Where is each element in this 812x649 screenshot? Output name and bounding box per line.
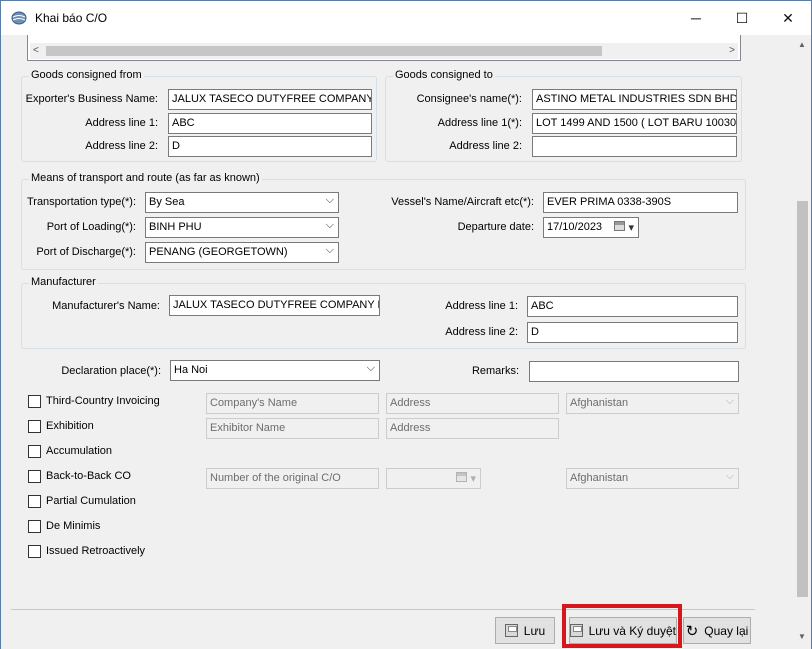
third-country-label: Third-Country Invoicing — [46, 395, 160, 407]
manufacturer-address1-label: Address line 1: — [445, 300, 518, 312]
from-address2-label: Address line 2: — [85, 140, 158, 152]
calendar-icon[interactable]: ▾ — [614, 221, 634, 234]
goods-to-title: Goods consigned to — [393, 69, 495, 81]
save-button-label: Lưu — [523, 623, 546, 638]
goods-from-title: Goods consigned from — [29, 69, 144, 81]
chevron-down-icon: ⌵ — [325, 244, 334, 256]
issued-retroactively-label: Issued Retroactively — [46, 545, 146, 557]
title-bar: Khai báo C/O ─ ☐ ✕ — [1, 1, 811, 35]
grid-panel: < > — [27, 35, 741, 61]
minimize-button[interactable]: ─ — [673, 1, 719, 35]
chevron-down-icon: ⌵ — [325, 219, 334, 231]
exporter-name-input[interactable]: JALUX TASECO DUTYFREE COMPANY — [168, 89, 372, 110]
scroll-up-icon[interactable]: ▲ — [796, 39, 808, 51]
scroll-left-icon[interactable]: < — [33, 45, 39, 56]
vertical-scrollbar[interactable]: ▲ ▼ — [793, 35, 811, 649]
exhibition-label: Exhibition — [46, 420, 94, 432]
remarks-label: Remarks: — [471, 365, 519, 377]
floppy-disk-icon — [504, 624, 518, 637]
from-address1-label: Address line 1: — [85, 117, 158, 129]
accumulation-checkbox[interactable] — [28, 445, 41, 458]
back-to-back-label: Back-to-Back CO — [46, 470, 131, 482]
discharge-port-label: Port of Discharge(*): — [36, 246, 136, 258]
manufacturer-name-input[interactable]: JALUX TASECO DUTYFREE COMPANY L — [169, 295, 380, 316]
original-co-number-input[interactable]: Number of the original C/O — [206, 468, 379, 489]
accumulation-label: Accumulation — [46, 445, 113, 457]
form-client-area: < > Goods consigned from Exporter's Busi… — [1, 35, 811, 649]
third-country-checkbox[interactable] — [28, 395, 41, 408]
transport-type-label: Transportation type(*): — [26, 196, 136, 208]
refresh-icon: ↻ — [685, 622, 699, 640]
discharge-port-value: PENANG (GEORGETOWN) — [149, 246, 288, 258]
departure-date-picker[interactable]: 17/10/2023 ▾ — [543, 217, 639, 238]
co-declaration-window: Khai báo C/O ─ ☐ ✕ < > Goods consigned f… — [0, 0, 812, 649]
consignee-name-input[interactable]: ASTINO METAL INDUSTRIES SDN BHD — [532, 89, 737, 110]
departure-date-label: Departure date: — [457, 221, 534, 233]
manufacturer-address2-input[interactable]: D — [527, 322, 738, 343]
remarks-input[interactable] — [529, 361, 739, 382]
original-co-date-picker[interactable]: ▾ — [386, 468, 481, 489]
horizontal-scroll-thumb[interactable] — [46, 46, 602, 56]
save-button[interactable]: Lưu — [495, 617, 555, 644]
transport-type-value: By Sea — [149, 196, 185, 208]
back-button[interactable]: ↻ Quay lại — [683, 617, 751, 644]
highlight-box — [562, 604, 682, 648]
manufacturer-address1-input[interactable]: ABC — [527, 296, 738, 317]
from-address2-input[interactable]: D — [168, 136, 372, 157]
exhibitor-name-input[interactable]: Exhibitor Name — [206, 418, 379, 439]
to-address1-label: Address line 1(*): — [437, 117, 522, 129]
company-address-input[interactable]: Address — [386, 393, 559, 414]
scroll-right-icon[interactable]: > — [729, 45, 735, 56]
exhibitor-address-input[interactable]: Address — [386, 418, 559, 439]
issued-retroactively-checkbox[interactable] — [28, 545, 41, 558]
manufacturer-name-label: Manufacturer's Name: — [52, 300, 160, 312]
vessel-name-input[interactable]: EVER PRIMA 0338-390S — [543, 192, 738, 213]
vertical-scroll-thumb[interactable] — [797, 201, 808, 597]
calendar-icon[interactable]: ▾ — [456, 472, 476, 485]
loading-port-label: Port of Loading(*): — [46, 221, 136, 233]
chevron-down-icon: ⌵ — [325, 194, 334, 206]
loading-port-select[interactable]: BINH PHU ⌵ — [145, 217, 339, 238]
declaration-place-value: Ha Noi — [174, 364, 208, 376]
chevron-down-icon: ⌵ — [725, 470, 734, 482]
partial-cumulation-label: Partial Cumulation — [46, 495, 136, 507]
discharge-port-select[interactable]: PENANG (GEORGETOWN) ⌵ — [145, 242, 339, 263]
de-minimis-label: De Minimis — [46, 520, 101, 532]
close-button[interactable]: ✕ — [765, 1, 811, 35]
declaration-place-select[interactable]: Ha Noi ⌵ — [170, 360, 380, 381]
original-co-country-select[interactable]: Afghanistan ⌵ — [566, 468, 739, 489]
window-title: Khai báo C/O — [35, 11, 108, 25]
consignee-label: Consignee's name(*): — [416, 93, 522, 105]
maximize-button[interactable]: ☐ — [719, 1, 765, 35]
declaration-place-label: Declaration place(*): — [61, 365, 161, 377]
partial-cumulation-checkbox[interactable] — [28, 495, 41, 508]
company-name-input[interactable]: Company's Name — [206, 393, 379, 414]
horizontal-scrollbar[interactable]: < > — [30, 43, 738, 59]
vessel-label: Vessel's Name/Aircraft etc(*): — [391, 196, 534, 208]
to-address2-label: Address line 2: — [449, 140, 522, 152]
to-address2-input[interactable] — [532, 136, 737, 157]
loading-port-value: BINH PHU — [149, 221, 202, 233]
transport-title: Means of transport and route (as far as … — [29, 172, 262, 184]
chevron-down-icon: ⌵ — [725, 395, 734, 407]
exhibition-checkbox[interactable] — [28, 420, 41, 433]
original-co-country-value: Afghanistan — [570, 472, 629, 484]
third-country-select[interactable]: Afghanistan ⌵ — [566, 393, 739, 414]
de-minimis-checkbox[interactable] — [28, 520, 41, 533]
scroll-down-icon[interactable]: ▼ — [796, 631, 808, 643]
transport-type-select[interactable]: By Sea ⌵ — [145, 192, 339, 213]
exporter-label: Exporter's Business Name: — [25, 93, 158, 105]
departure-date-value: 17/10/2023 — [547, 221, 603, 233]
back-to-back-checkbox[interactable] — [28, 470, 41, 483]
app-globe-icon — [11, 11, 27, 25]
manufacturer-address2-label: Address line 2: — [445, 326, 518, 338]
third-country-value: Afghanistan — [570, 397, 629, 409]
manufacturer-title: Manufacturer — [29, 276, 98, 288]
to-address1-input[interactable]: LOT 1499 AND 1500 ( LOT BARU 10030 — [532, 113, 737, 134]
from-address1-input[interactable]: ABC — [168, 113, 372, 134]
back-button-label: Quay lại — [704, 623, 749, 638]
chevron-down-icon: ⌵ — [366, 362, 375, 374]
